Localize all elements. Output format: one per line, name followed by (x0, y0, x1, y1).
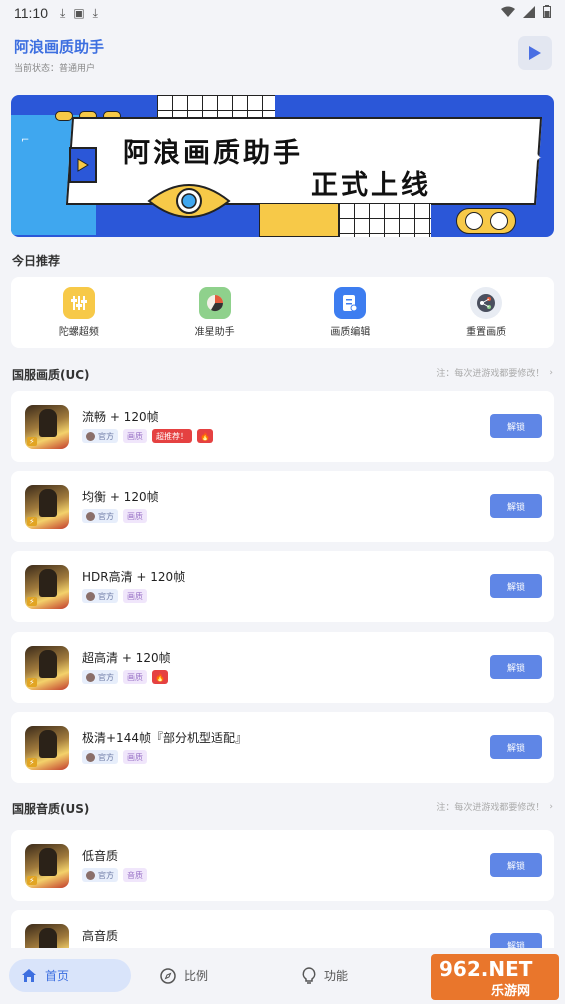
corner-mark-icon: ⌐ (21, 135, 30, 146)
list-item: ⚡ 流畅 + 120帧 官方 画质 超推荐！ 🔥 解锁 (11, 391, 554, 462)
home-icon (22, 969, 36, 982)
tool-label: 陀螺超频 (58, 327, 99, 338)
tag-official: 官方 (82, 509, 118, 523)
section-title-us: 国服音质(US) (12, 802, 90, 816)
wifi-icon (501, 6, 515, 21)
list-item: ⚡ 均衡 + 120帧 官方 画质 解锁 (11, 471, 554, 542)
share-icon (470, 287, 503, 319)
sliders-icon (62, 287, 95, 319)
tag-official: 官方 (82, 670, 118, 684)
list-item: ⚡ 低音质 官方 音质 解锁 (11, 830, 554, 901)
tag-official: 官方 (82, 589, 118, 603)
tool-reset-quality[interactable]: 重置画质 (418, 277, 554, 348)
tag-official: 官方 (82, 750, 118, 764)
watermark-bottom: 乐游网 (491, 984, 531, 999)
nav-home-label: 首页 (45, 969, 70, 983)
list-item: ⚡ 极清+144帧『部分机型适配』 官方 画质 解锁 (11, 712, 554, 783)
fire-icon: 🔥 (197, 429, 213, 443)
section-note[interactable]: 注：每次进游戏都要修改！ › (436, 366, 553, 380)
tag-type: 画质 (123, 429, 147, 443)
pie-icon (198, 287, 231, 319)
battery-icon (543, 5, 551, 21)
game-thumbnail: ⚡ (25, 485, 69, 529)
list-item: ⚡ 超高清 + 120帧 官方 画质 🔥 解锁 (11, 632, 554, 703)
tag-type: 画质 (123, 509, 147, 523)
game-thumbnail: ⚡ (25, 565, 69, 609)
tag-type: 音质 (123, 868, 147, 882)
signal-icon (523, 5, 535, 21)
tag-recommended: 超推荐！ (152, 429, 192, 443)
section-note-text: 注：每次进游戏都要修改！ (436, 369, 545, 379)
status-bar: 11:10 ⤓ ▣ ⤓ (0, 0, 565, 26)
chevron-right-icon: › (549, 801, 553, 812)
list-item: ⚡ HDR高清 + 120帧 官方 画质 解锁 (11, 551, 554, 622)
tool-overclock[interactable]: 陀螺超频 (11, 277, 147, 348)
eye-icon (147, 184, 231, 218)
game-thumbnail: ⚡ (25, 726, 69, 770)
tool-label: 准星助手 (194, 327, 235, 338)
user-status: 当前状态：普通用户 (14, 64, 96, 74)
play-icon (529, 46, 541, 60)
unlock-button[interactable]: 解锁 (490, 574, 542, 598)
tag-type: 画质 (123, 589, 147, 603)
banner-decor (259, 203, 339, 237)
item-title: 均衡 + 120帧 (82, 490, 159, 504)
item-title: 超高清 + 120帧 (82, 651, 171, 665)
a-icon: ▣ (73, 6, 85, 20)
nav-function[interactable]: 功能 (302, 959, 348, 992)
tool-crosshair[interactable]: 准星助手 (147, 277, 283, 348)
item-title: HDR高清 + 120帧 (82, 570, 186, 584)
tag-official: 官方 (82, 868, 118, 882)
chevron-right-icon: › (549, 367, 553, 378)
unlock-button[interactable]: 解锁 (490, 655, 542, 679)
item-title: 流畅 + 120帧 (82, 410, 159, 424)
lightbulb-icon (302, 967, 316, 984)
game-thumbnail: ⚡ (25, 646, 69, 690)
banner-grid (339, 203, 431, 237)
nav-ratio-label: 比例 (184, 969, 209, 983)
unlock-button[interactable]: 解锁 (490, 494, 542, 518)
banner-play-icon (69, 147, 97, 183)
bottom-nav: 首页 比例 功能 962.NET 乐游网 (0, 948, 565, 1004)
tool-label: 重置画质 (466, 327, 507, 338)
download-icon: ⤓ (60, 5, 66, 20)
app-header: 阿浪画质助手 当前状态：普通用户 (14, 36, 554, 76)
watermark-top: 962.NET (439, 957, 533, 981)
section-note[interactable]: 注：每次进游戏都要修改！ › (436, 800, 553, 814)
sparkle-icon: ✦ (533, 153, 542, 164)
compass-icon (160, 967, 176, 984)
game-thumbnail: ⚡ (25, 405, 69, 449)
quick-tools: 陀螺超频 准星助手 画质编辑 重置画质 (11, 277, 554, 348)
nav-home[interactable]: 首页 (9, 959, 131, 992)
game-thumbnail: ⚡ (25, 844, 69, 888)
status-time: 11:10 (14, 5, 48, 21)
watermark-logo: 962.NET 乐游网 (431, 954, 559, 1000)
download-icon: ⤓ (92, 5, 98, 20)
item-title: 低音质 (82, 849, 119, 863)
tag-official: 官方 (82, 429, 118, 443)
section-title-today: 今日推荐 (12, 254, 61, 268)
promo-banner[interactable]: 阿浪画质助手 正式上线 ✦ ⌐ (11, 95, 554, 237)
app-title: 阿浪画质助手 (14, 38, 105, 56)
unlock-button[interactable]: 解锁 (490, 414, 542, 438)
fire-icon: 🔥 (152, 670, 168, 684)
document-edit-icon (334, 287, 367, 319)
tool-quality-edit[interactable]: 画质编辑 (283, 277, 419, 348)
item-title: 极清+144帧『部分机型适配』 (82, 731, 247, 745)
banner-pill (456, 208, 516, 234)
tag-type: 画质 (123, 750, 147, 764)
section-title-uc: 国服画质(UC) (12, 368, 90, 382)
tag-type: 画质 (123, 670, 147, 684)
nav-function-label: 功能 (324, 969, 349, 983)
unlock-button[interactable]: 解锁 (490, 735, 542, 759)
unlock-button[interactable]: 解锁 (490, 853, 542, 877)
play-button[interactable] (518, 36, 552, 70)
banner-subline: 正式上线 (311, 170, 431, 201)
tool-label: 画质编辑 (330, 327, 371, 338)
banner-headline: 阿浪画质助手 (123, 138, 303, 169)
section-note-text: 注：每次进游戏都要修改！ (436, 803, 545, 813)
item-title: 高音质 (82, 929, 119, 943)
nav-ratio[interactable]: 比例 (160, 959, 208, 992)
